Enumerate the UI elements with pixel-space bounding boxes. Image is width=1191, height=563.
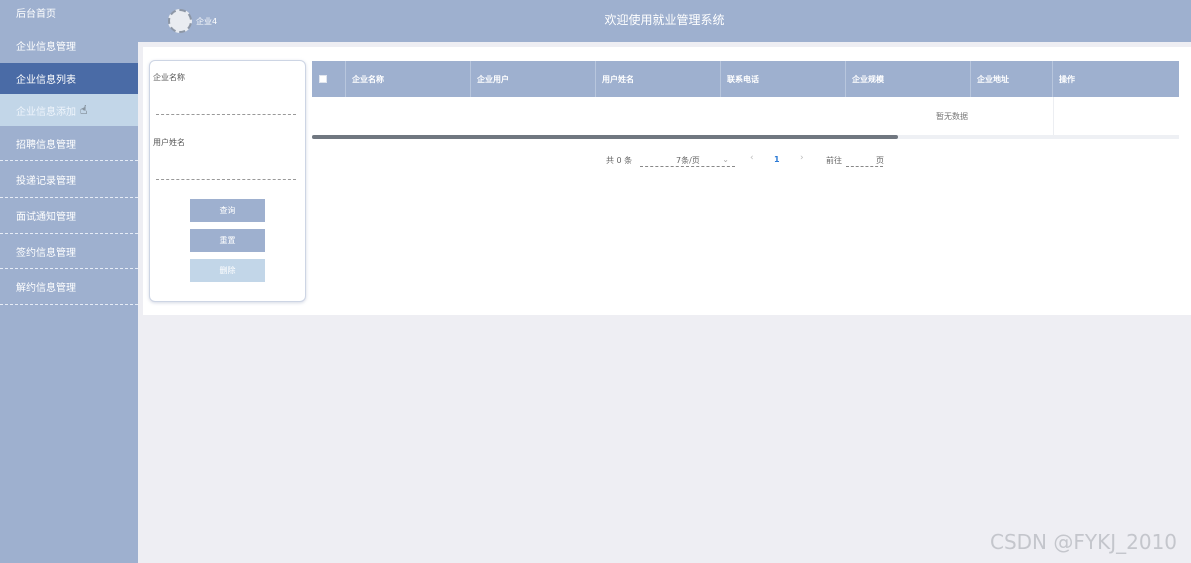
page-unit-label: 页	[876, 156, 884, 165]
sidebar: 后台首页 企业信息管理 企业信息列表 企业信息添加 ☝ 招聘信息管理 投递记录管…	[0, 0, 138, 563]
company-name-label: 企业名称	[153, 73, 185, 82]
top-header: 企业4 欢迎使用就业管理系统	[138, 0, 1191, 42]
sidebar-item-label: 招聘信息管理	[16, 140, 76, 151]
query-button[interactable]: 查询	[190, 199, 265, 222]
column-divider	[1053, 97, 1054, 137]
column-header[interactable]: 用户姓名	[596, 61, 721, 97]
sidebar-item-company-list[interactable]: 企业信息列表	[0, 63, 138, 94]
sidebar-item-sign-manage[interactable]: 签约信息管理	[0, 234, 138, 269]
pagination-total: 共 0 条	[606, 156, 633, 165]
column-header[interactable]: 企业规模	[846, 61, 971, 97]
company-name-input[interactable]	[156, 99, 296, 115]
table-body: 暂无数据	[312, 97, 1179, 137]
search-panel: 企业名称 用户姓名 查询 重置 删除	[149, 60, 306, 302]
sidebar-item-company-add[interactable]: 企业信息添加 ☝	[0, 94, 138, 126]
sidebar-item-label: 解约信息管理	[16, 283, 76, 294]
delete-button[interactable]: 删除	[190, 259, 265, 282]
sidebar-item-label: 企业信息添加	[16, 106, 76, 118]
sidebar-item-home[interactable]: 后台首页	[0, 0, 138, 24]
goto-label: 前往	[826, 156, 842, 165]
sidebar-item-label: 投递记录管理	[16, 176, 76, 187]
sidebar-item-label: 面试通知管理	[16, 212, 76, 223]
sidebar-item-label: 签约信息管理	[16, 247, 76, 259]
table-header: 企业名称 企业用户 用户姓名 联系电话 企业规模 企业地址 操作	[312, 61, 1179, 97]
current-page-number[interactable]: 1	[774, 155, 780, 164]
column-header[interactable]: 企业用户	[471, 61, 596, 97]
column-header[interactable]: 联系电话	[721, 61, 846, 97]
sidebar-item-company-manage[interactable]: 企业信息管理	[0, 28, 138, 62]
data-table: 企业名称 企业用户 用户姓名 联系电话 企业规模 企业地址 操作 暂无数据	[312, 61, 1179, 141]
sidebar-item-label: 企业信息列表	[16, 75, 76, 86]
sidebar-item-label: 后台首页	[16, 8, 56, 20]
user-name-input[interactable]	[156, 164, 296, 180]
user-name-label: 用户姓名	[153, 138, 185, 147]
next-page-icon[interactable]: ›	[800, 153, 804, 163]
select-all-cell	[312, 61, 346, 97]
sidebar-item-interview-manage[interactable]: 面试通知管理	[0, 198, 138, 234]
empty-text: 暂无数据	[936, 112, 968, 121]
sidebar-item-delivery-manage[interactable]: 投递记录管理	[0, 162, 138, 198]
chevron-down-icon: ⌄	[722, 155, 729, 164]
column-header[interactable]: 企业名称	[346, 61, 471, 97]
column-header[interactable]: 企业地址	[971, 61, 1053, 97]
page-size-select[interactable]: 7条/页 ⌄	[640, 151, 735, 167]
watermark: CSDN @FYKJ_2010	[990, 530, 1178, 554]
prev-page-icon[interactable]: ‹	[750, 153, 754, 163]
main-content: 企业名称 用户姓名 查询 重置 删除 企业名称 企业用户 用户姓名 联系电话 企…	[143, 47, 1191, 315]
sidebar-item-recruit-manage[interactable]: 招聘信息管理	[0, 127, 138, 161]
page-title: 欢迎使用就业管理系统	[604, 13, 725, 27]
reset-button[interactable]: 重置	[190, 229, 265, 252]
column-header: 操作	[1059, 74, 1075, 84]
hand-cursor-icon: ☝	[80, 103, 88, 117]
horizontal-scrollbar[interactable]	[312, 135, 1179, 139]
sidebar-item-terminate-manage[interactable]: 解约信息管理	[0, 269, 138, 305]
select-all-checkbox[interactable]	[319, 75, 327, 83]
sidebar-item-label: 企业信息管理	[16, 41, 76, 53]
scrollbar-thumb[interactable]	[312, 135, 898, 139]
page-size-value: 7条/页	[676, 156, 700, 165]
